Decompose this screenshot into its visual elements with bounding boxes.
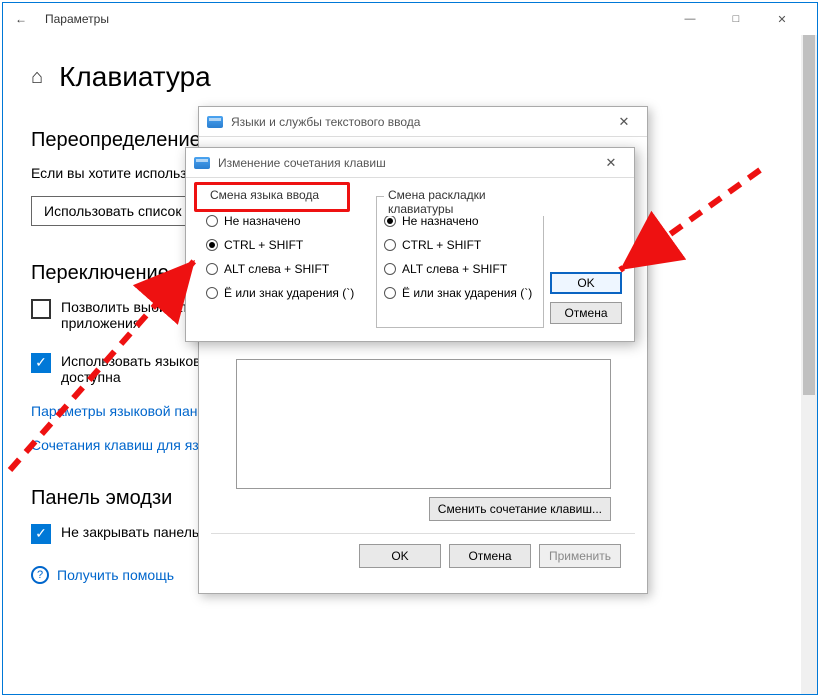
input-language-option-2[interactable]: ALT слева + SHIFT bbox=[206, 262, 362, 276]
use-lang-label: Использовать языкову доступна bbox=[61, 353, 207, 385]
use-lang-checkbox[interactable]: ✓ bbox=[31, 353, 51, 373]
text-services-cancel-button[interactable]: Отмена bbox=[449, 544, 531, 568]
radio-label: ALT слева + SHIFT bbox=[402, 262, 507, 276]
input-language-option-0[interactable]: Не назначено bbox=[206, 214, 362, 228]
change-shortcut-titlebar: Изменение сочетания клавиш ✕ bbox=[186, 148, 634, 178]
radio-icon[interactable] bbox=[384, 239, 396, 251]
text-services-apply-button[interactable]: Применить bbox=[539, 544, 621, 568]
input-language-option-1[interactable]: CTRL + SHIFT bbox=[206, 238, 362, 252]
help-icon: ? bbox=[31, 566, 49, 584]
radio-icon[interactable] bbox=[384, 287, 396, 299]
text-services-title: Языки и службы текстового ввода bbox=[231, 115, 420, 129]
change-shortcut-cancel-button[interactable]: Отмена bbox=[550, 302, 622, 324]
keyboard-layout-option-0[interactable]: Не назначено bbox=[384, 214, 540, 228]
text-services-close-button[interactable]: ✕ bbox=[609, 114, 639, 130]
radio-icon[interactable] bbox=[206, 263, 218, 275]
change-shortcut-buttons: OK Отмена bbox=[550, 272, 622, 324]
group-keyboard-layout: Смена раскладки клавиатуры Не назначено C… bbox=[376, 188, 544, 328]
radio-icon[interactable] bbox=[384, 215, 396, 227]
close-button[interactable]: ✕ bbox=[759, 3, 805, 35]
maximize-button[interactable]: □ bbox=[713, 3, 759, 35]
radio-label: Не назначено bbox=[402, 214, 479, 228]
emoji-checkbox[interactable]: ✓ bbox=[31, 524, 51, 544]
radio-label: Ё или знак ударения (`) bbox=[224, 286, 354, 300]
change-shortcut-title: Изменение сочетания клавиш bbox=[218, 156, 386, 170]
scrollbar[interactable] bbox=[801, 35, 817, 694]
radio-icon[interactable] bbox=[206, 287, 218, 299]
titlebar: ← Параметры ― □ ✕ bbox=[3, 3, 817, 35]
change-shortcut-button[interactable]: Сменить сочетание клавиш... bbox=[429, 497, 611, 521]
text-services-titlebar: Языки и службы текстового ввода ✕ bbox=[199, 107, 647, 137]
radio-label: CTRL + SHIFT bbox=[402, 238, 481, 252]
radio-icon[interactable] bbox=[384, 263, 396, 275]
keyboard-layout-option-3[interactable]: Ё или знак ударения (`) bbox=[384, 286, 540, 300]
window-title: Параметры bbox=[45, 12, 109, 26]
keyboard-icon bbox=[207, 116, 223, 128]
text-services-ok-button[interactable]: OK bbox=[359, 544, 441, 568]
keyboard-icon bbox=[194, 157, 210, 169]
change-shortcut-dialog: Изменение сочетания клавиш ✕ Смена языка… bbox=[185, 147, 635, 342]
use-list-button[interactable]: Использовать список я bbox=[31, 196, 206, 226]
minimize-button[interactable]: ― bbox=[667, 3, 713, 35]
change-shortcut-close-button[interactable]: ✕ bbox=[596, 155, 626, 171]
keyboard-layout-option-1[interactable]: CTRL + SHIFT bbox=[384, 238, 540, 252]
radio-icon[interactable] bbox=[206, 239, 218, 251]
back-icon[interactable]: ← bbox=[15, 12, 27, 26]
group-input-language: Смена языка ввода Не назначено CTRL + SHI… bbox=[198, 188, 366, 328]
radio-icon[interactable] bbox=[206, 215, 218, 227]
radio-label: CTRL + SHIFT bbox=[224, 238, 303, 252]
allow-select-checkbox[interactable] bbox=[31, 299, 51, 319]
page-title: Клавиатура bbox=[59, 61, 211, 93]
radio-label: Не назначено bbox=[224, 214, 301, 228]
change-shortcut-ok-button[interactable]: OK bbox=[550, 272, 622, 294]
text-services-buttons: OK Отмена Применить bbox=[211, 533, 635, 578]
home-icon[interactable]: ⌂ bbox=[31, 66, 43, 89]
help-label: Получить помощь bbox=[57, 567, 174, 583]
scrollbar-thumb[interactable] bbox=[803, 35, 815, 395]
group-input-language-title: Смена языка ввода bbox=[206, 188, 323, 202]
radio-label: ALT слева + SHIFT bbox=[224, 262, 329, 276]
shortcut-listbox[interactable] bbox=[236, 359, 611, 489]
input-language-option-3[interactable]: Ё или знак ударения (`) bbox=[206, 286, 362, 300]
group-keyboard-layout-title: Смена раскладки клавиатуры bbox=[384, 188, 544, 216]
radio-label: Ё или знак ударения (`) bbox=[402, 286, 532, 300]
keyboard-layout-option-2[interactable]: ALT слева + SHIFT bbox=[384, 262, 540, 276]
